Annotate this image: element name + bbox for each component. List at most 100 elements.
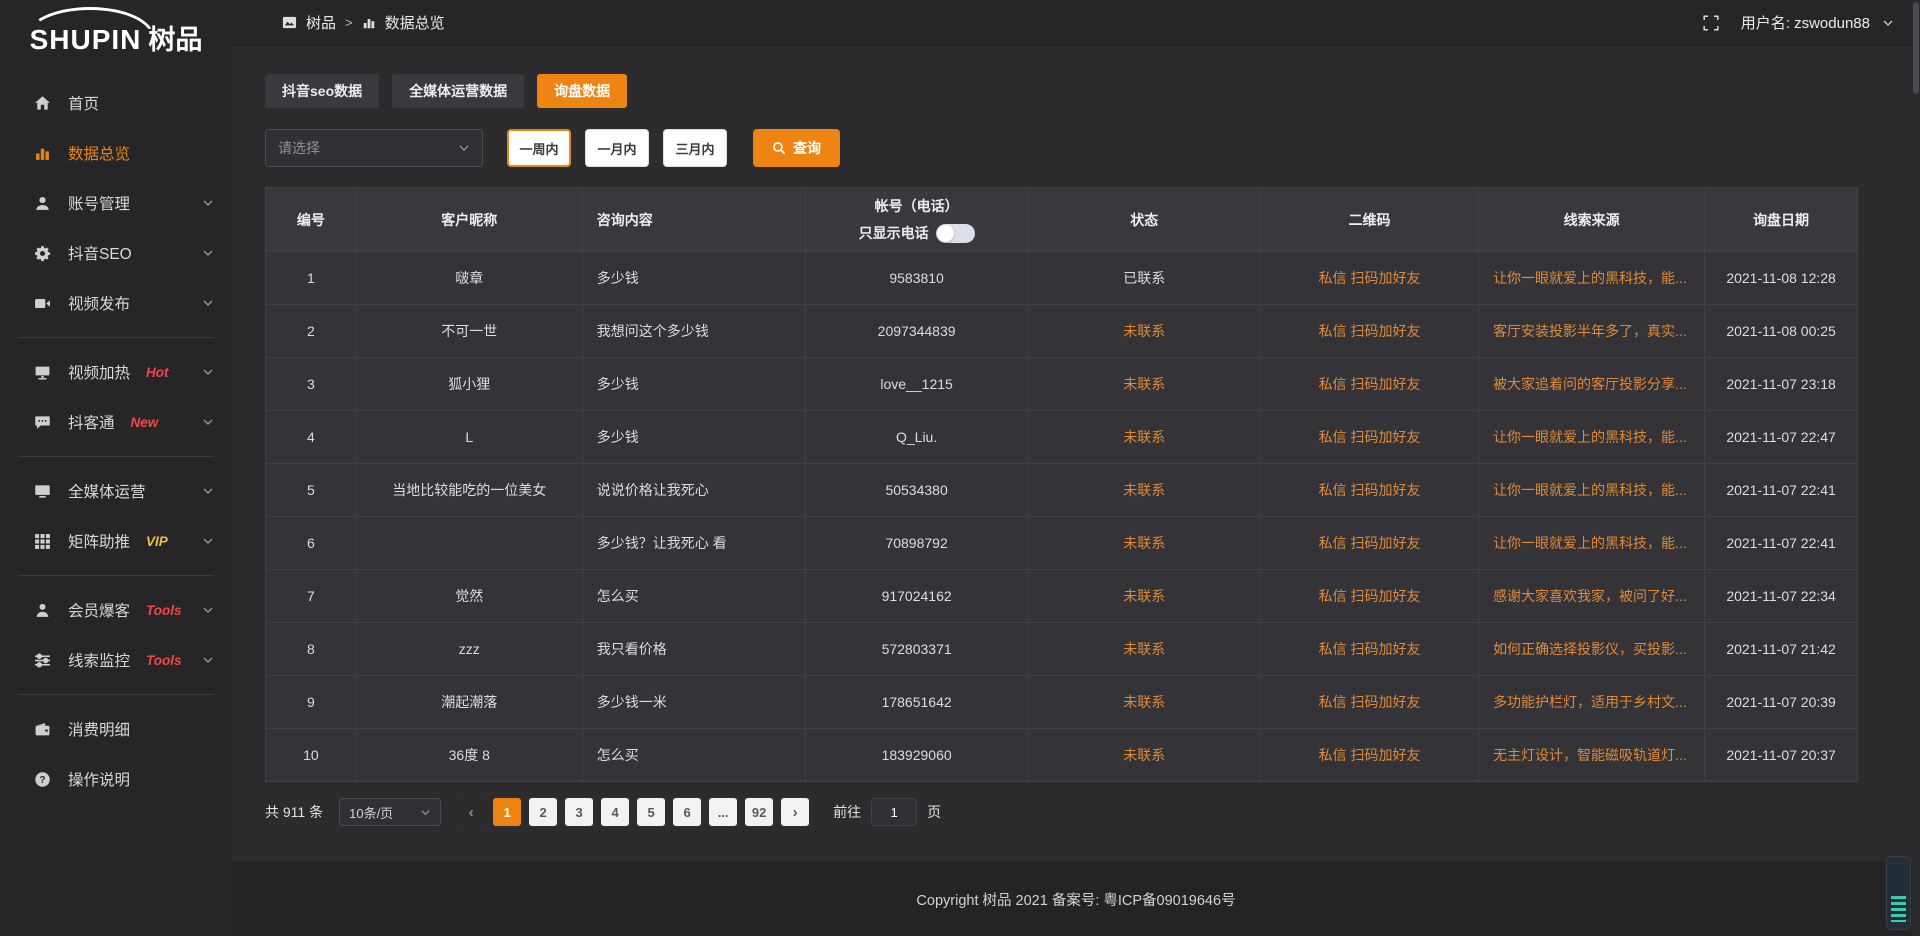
range-button-2[interactable]: 三月内 xyxy=(663,129,727,167)
range-button-0[interactable]: 一周内 xyxy=(507,129,571,167)
sidebar-item-label: 视频发布 xyxy=(68,292,130,314)
cell-account: 9583810 xyxy=(805,252,1028,305)
sidebar-item[interactable]: 视频加热Hot xyxy=(0,347,232,397)
sidebar: SHUPIN 树品 首页数据总览账号管理抖音SEO视频发布视频加热Hot抖客通N… xyxy=(0,0,232,936)
query-button[interactable]: 查询 xyxy=(753,129,840,167)
goto-suffix-label: 页 xyxy=(927,802,941,822)
chevron-down-icon[interactable] xyxy=(1882,17,1894,29)
table-body: 1啵章多少钱9583810已联系私信 扫码加好友让你一眼就爱上的黑科技，能...… xyxy=(266,252,1858,782)
menu-divider xyxy=(18,337,214,338)
sidebar-item[interactable]: 首页 xyxy=(0,78,232,128)
sidebar-item[interactable]: 全媒体运营 xyxy=(0,466,232,516)
video-icon xyxy=(34,295,53,312)
cell-qr[interactable]: 私信 扫码加好友 xyxy=(1260,305,1478,358)
cell-qr[interactable]: 私信 扫码加好友 xyxy=(1260,517,1478,570)
chevron-down-icon xyxy=(202,297,214,309)
sidebar-item[interactable]: ?操作说明 xyxy=(0,754,232,804)
cell-content: 多少钱一米 xyxy=(582,676,805,729)
prev-page-button[interactable]: ‹ xyxy=(457,798,485,826)
username-label[interactable]: 用户名: zswodun88 xyxy=(1741,12,1870,33)
page-ellipsis[interactable]: ... xyxy=(709,798,737,826)
filter-select[interactable]: 请选择 xyxy=(265,129,483,167)
fullscreen-icon[interactable] xyxy=(1703,15,1719,31)
cell-source[interactable]: 让你一眼就爱上的黑科技，能... xyxy=(1479,464,1705,517)
sidebar-item[interactable]: 会员爆客Tools xyxy=(0,585,232,635)
sidebar-item[interactable]: 矩阵助推VIP xyxy=(0,516,232,566)
next-page-button[interactable]: › xyxy=(781,798,809,826)
scrollbar-track[interactable] xyxy=(1912,0,1920,936)
tab-0[interactable]: 抖音seo数据 xyxy=(265,74,379,108)
cell-source[interactable]: 无主灯设计，智能磁吸轨道灯... xyxy=(1479,729,1705,782)
page-button-1[interactable]: 1 xyxy=(493,798,521,826)
cell-qr[interactable]: 私信 扫码加好友 xyxy=(1260,570,1478,623)
goto-page-input[interactable] xyxy=(871,798,917,826)
search-icon xyxy=(772,141,786,155)
floating-widget[interactable] xyxy=(1886,856,1911,930)
user-area: 用户名: zswodun88 xyxy=(1703,12,1894,33)
cell-qr[interactable]: 私信 扫码加好友 xyxy=(1260,464,1478,517)
grid-icon xyxy=(34,533,53,550)
page-size-select[interactable]: 10条/页 xyxy=(339,798,441,826)
column-label: 询盘日期 xyxy=(1753,212,1809,228)
cell-nick: 36度 8 xyxy=(356,729,582,782)
cell-source[interactable]: 多功能护栏灯，适用于乡村文... xyxy=(1479,676,1705,729)
inquiry-table: 编号客户昵称咨询内容帐号（电话）只显示电话状态二维码线索来源询盘日期 1啵章多少… xyxy=(265,187,1858,782)
cell-status: 已联系 xyxy=(1028,252,1260,305)
sidebar-item[interactable]: 数据总览 xyxy=(0,128,232,178)
cell-no: 1 xyxy=(266,252,357,305)
page-button-6[interactable]: 6 xyxy=(673,798,701,826)
chevron-down-icon xyxy=(420,807,431,818)
cell-source[interactable]: 如何正确选择投影仪，买投影... xyxy=(1479,623,1705,676)
page-button-92[interactable]: 92 xyxy=(745,798,773,826)
filter-select-placeholder: 请选择 xyxy=(278,138,320,158)
cell-qr[interactable]: 私信 扫码加好友 xyxy=(1260,729,1478,782)
gear-icon xyxy=(34,245,53,262)
cell-qr[interactable]: 私信 扫码加好友 xyxy=(1260,252,1478,305)
page-button-4[interactable]: 4 xyxy=(601,798,629,826)
sliders-icon xyxy=(34,652,53,669)
cell-status: 未联系 xyxy=(1028,358,1260,411)
tab-2[interactable]: 询盘数据 xyxy=(537,74,627,108)
cell-status: 未联系 xyxy=(1028,464,1260,517)
sidebar-item[interactable]: 消费明细 xyxy=(0,704,232,754)
cell-content: 说说价格让我死心 xyxy=(582,464,805,517)
phone-only-toggle[interactable] xyxy=(936,224,975,243)
home-icon xyxy=(34,95,53,112)
copyright-text: Copyright 树品 2021 备案号: 粤ICP备09019646号 xyxy=(916,889,1235,910)
cell-qr[interactable]: 私信 扫码加好友 xyxy=(1260,676,1478,729)
logo-arc xyxy=(26,7,154,37)
menu-divider xyxy=(18,575,214,576)
cell-content: 多少钱 xyxy=(582,358,805,411)
cell-source[interactable]: 让你一眼就爱上的黑科技，能... xyxy=(1479,411,1705,464)
sidebar-item[interactable]: 抖音SEO xyxy=(0,228,232,278)
cell-qr[interactable]: 私信 扫码加好友 xyxy=(1260,358,1478,411)
page-button-3[interactable]: 3 xyxy=(565,798,593,826)
cell-account: 183929060 xyxy=(805,729,1028,782)
sidebar-item[interactable]: 线索监控Tools xyxy=(0,635,232,685)
breadcrumb-root[interactable]: 树品 xyxy=(306,12,336,33)
cell-qr[interactable]: 私信 扫码加好友 xyxy=(1260,411,1478,464)
data-tabs: 抖音seo数据全媒体运营数据询盘数据 xyxy=(265,74,1858,108)
cell-qr[interactable]: 私信 扫码加好友 xyxy=(1260,623,1478,676)
scrollbar-thumb[interactable] xyxy=(1913,2,1919,94)
sidebar-item[interactable]: 账号管理 xyxy=(0,178,232,228)
menu-divider xyxy=(18,456,214,457)
column-label: 二维码 xyxy=(1349,212,1391,228)
cell-source[interactable]: 客厅安装投影半年多了，真实... xyxy=(1479,305,1705,358)
cell-source[interactable]: 被大家追着问的客厅投影分享... xyxy=(1479,358,1705,411)
page-button-5[interactable]: 5 xyxy=(637,798,665,826)
sidebar-item-badge: Tools xyxy=(146,653,182,668)
table-row: 9潮起潮落多少钱一米178651642未联系私信 扫码加好友多功能护栏灯，适用于… xyxy=(266,676,1858,729)
sidebar-item-label: 视频加热 xyxy=(68,361,130,383)
sidebar-item[interactable]: 视频发布 xyxy=(0,278,232,328)
footer: Copyright 树品 2021 备案号: 粤ICP备09019646号 xyxy=(232,862,1920,936)
page-button-2[interactable]: 2 xyxy=(529,798,557,826)
table-row: 4L多少钱Q_Liu.未联系私信 扫码加好友让你一眼就爱上的黑科技，能...20… xyxy=(266,411,1858,464)
sidebar-item[interactable]: 抖客通New xyxy=(0,397,232,447)
cell-source[interactable]: 让你一眼就爱上的黑科技，能... xyxy=(1479,252,1705,305)
cell-source[interactable]: 感谢大家喜欢我家，被问了好... xyxy=(1479,570,1705,623)
cell-source[interactable]: 让你一眼就爱上的黑科技，能... xyxy=(1479,517,1705,570)
range-button-1[interactable]: 一月内 xyxy=(585,129,649,167)
table-row: 8zzz我只看价格572803371未联系私信 扫码加好友如何正确选择投影仪，买… xyxy=(266,623,1858,676)
tab-1[interactable]: 全媒体运营数据 xyxy=(392,74,524,108)
